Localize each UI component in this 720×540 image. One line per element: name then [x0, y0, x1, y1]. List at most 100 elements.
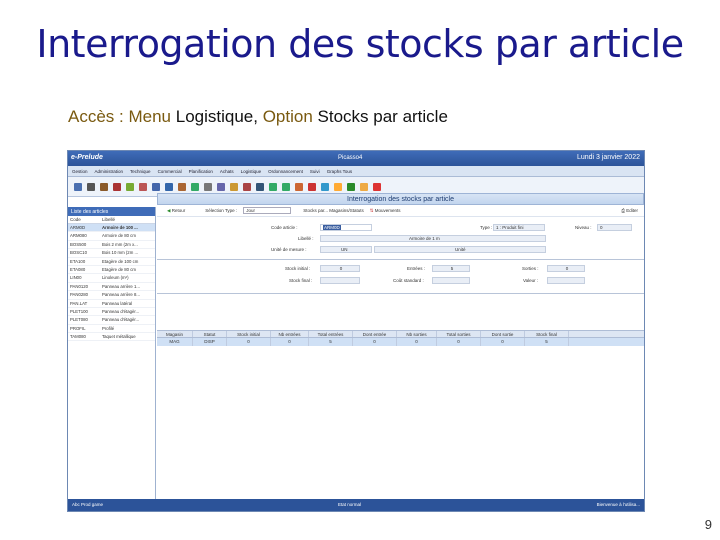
list-item[interactable]: PLET100 Panneau d'étagèr... — [68, 308, 155, 317]
table-cell: 5 — [525, 338, 569, 346]
status-bar: Abc Prod game Etat normal Bienvenue à l'… — [68, 499, 644, 511]
cout-standard-label: Coût standard : — [393, 278, 424, 283]
edit-button[interactable]: ⎙ Editer — [621, 208, 638, 213]
book-icon[interactable] — [113, 182, 121, 191]
article-label: Linoleum (m²) — [102, 275, 129, 281]
column-header[interactable]: Magasin — [157, 331, 193, 337]
column-header[interactable]: Nb entrées — [271, 331, 309, 337]
article-code: PLET100 — [70, 308, 88, 314]
delete-icon[interactable] — [373, 182, 381, 191]
table-row[interactable]: MAG DISP 0 0 5 0 0 0 0 5 — [157, 338, 644, 346]
article-label: Bois 2 mm (2m x... — [102, 241, 138, 247]
gear-icon[interactable] — [347, 182, 355, 191]
star-icon[interactable] — [334, 182, 342, 191]
table-icon[interactable] — [204, 182, 212, 191]
stop-icon[interactable] — [308, 182, 316, 191]
table-cell: 0 — [481, 338, 525, 346]
column-header[interactable]: Dont entrée — [353, 331, 397, 337]
list-item[interactable]: BOSC10 Bois 10 mm (2m ... — [68, 249, 155, 258]
table-cell: 0 — [353, 338, 397, 346]
column-header-label[interactable]: Libellé — [102, 217, 115, 222]
movements-button[interactable]: ⇅ Mouvements — [370, 208, 401, 214]
cart-icon[interactable] — [269, 182, 277, 191]
current-date: Lundi 3 janvier 2022 — [576, 154, 640, 161]
stock-final-field — [320, 277, 360, 284]
scissors-icon[interactable] — [243, 182, 251, 191]
type-value: 1 : Produit fini — [496, 225, 524, 230]
list-item[interactable]: PLET080 Panneau d'étagèr... — [68, 316, 155, 325]
grid-icon[interactable] — [217, 182, 225, 191]
article-label: Panneau arrière 1... — [102, 283, 140, 289]
access-option: Stocks par article — [317, 107, 448, 126]
article-list-header: Code Libellé — [68, 216, 155, 224]
article-label: Profilé — [102, 325, 115, 331]
chart-icon[interactable] — [165, 182, 173, 191]
list-item[interactable]: PAN.LAT Panneau latéral — [68, 300, 155, 308]
cout-standard-field — [432, 277, 470, 284]
unite-field[interactable]: UN — [320, 246, 372, 253]
refresh-icon[interactable] — [321, 182, 329, 191]
type-field[interactable]: 1 : Produit fini — [493, 224, 545, 231]
menu-item[interactable]: Suivi — [310, 169, 320, 174]
menu-bar: Gestion Administration Technique Commerc… — [68, 166, 644, 177]
list-item[interactable]: LIN00 Linoleum (m²) — [68, 274, 155, 283]
column-header[interactable]: Total sorties — [437, 331, 481, 337]
article-label: Armoire de 100 ... — [102, 225, 138, 230]
menu-item[interactable]: Gestion — [72, 169, 88, 174]
list-item[interactable]: PAN0120 Panneau arrière 1... — [68, 283, 155, 292]
entrees-value: 5 — [450, 266, 454, 271]
column-header[interactable]: Dont sortie — [481, 331, 525, 337]
selection-type-select[interactable]: Jour — [243, 207, 292, 214]
list-item[interactable]: BOS500 Bois 2 mm (2m x... — [68, 241, 155, 250]
arrow-icon[interactable] — [295, 182, 303, 191]
list-item[interactable]: TAM080 Taquet métallique — [68, 333, 155, 342]
menu-item[interactable]: Technique — [130, 169, 151, 174]
print-icon[interactable] — [87, 182, 95, 191]
code-field[interactable]: ARM0D — [320, 224, 372, 231]
list-item[interactable]: ARM0D Armoire de 100 ... — [68, 224, 155, 233]
column-header[interactable]: Stock initial — [227, 331, 271, 337]
menu-item[interactable]: Commercial — [158, 169, 182, 174]
cart-icon[interactable] — [282, 182, 290, 191]
list-item[interactable]: ETA080 Etagère de 80 cm — [68, 266, 155, 275]
folder-icon[interactable] — [100, 182, 108, 191]
menu-item-logistique[interactable]: Logistique — [241, 169, 262, 174]
disk-icon[interactable] — [74, 182, 82, 191]
movements-label: Mouvements — [374, 207, 401, 213]
column-header[interactable]: Nb sorties — [397, 331, 437, 337]
menu-item[interactable]: Administration — [95, 169, 124, 174]
menu-item[interactable]: Achats — [220, 169, 234, 174]
list-item[interactable]: ETA100 Etagère de 100 cm — [68, 258, 155, 266]
article-code: LIN00 — [70, 275, 82, 281]
niveau-field[interactable]: 0 — [597, 224, 632, 231]
menu-item[interactable]: Ordonnancement — [268, 169, 303, 174]
warning-icon[interactable] — [360, 182, 368, 191]
grid-icon[interactable] — [139, 182, 147, 191]
page-number: 9 — [704, 517, 712, 532]
table-cell: DISP — [193, 338, 227, 346]
libelle-field[interactable]: Armoire de 1 m — [320, 235, 546, 242]
back-button[interactable]: ◀ Retour — [167, 208, 185, 214]
column-header[interactable]: Total entrées — [309, 331, 353, 337]
column-header[interactable]: Stock final — [525, 331, 569, 337]
article-label: Panneau arrière 8... — [102, 292, 140, 298]
chart-icon[interactable] — [178, 182, 186, 191]
menu-item[interactable]: Planification — [189, 169, 213, 174]
table-cell: 0 — [227, 338, 271, 346]
list-item[interactable]: PROFIL Profilé — [68, 325, 155, 334]
table-cell: 0 — [397, 338, 437, 346]
list-item[interactable]: PAN0280 Panneau arrière 8... — [68, 291, 155, 300]
menu-item[interactable]: Graphs Tous — [327, 169, 352, 174]
tools-icon[interactable] — [256, 182, 264, 191]
column-header[interactable]: Statut — [193, 331, 227, 337]
slide-title: Interrogation des stocks par article — [36, 22, 684, 66]
table-cell: MAG — [157, 338, 193, 346]
stocks-by-menu[interactable]: Stocks par... Magasins/Statuts — [303, 208, 364, 213]
print-icon: ⎙ — [621, 208, 625, 213]
tool-icon[interactable] — [126, 182, 134, 191]
envelope-icon[interactable] — [230, 182, 238, 191]
column-header-code[interactable]: Code — [70, 217, 102, 222]
grid-icon[interactable] — [152, 182, 160, 191]
chart-icon[interactable] — [191, 182, 199, 191]
list-item[interactable]: ARM080 Armoire de 80 cm — [68, 232, 155, 241]
